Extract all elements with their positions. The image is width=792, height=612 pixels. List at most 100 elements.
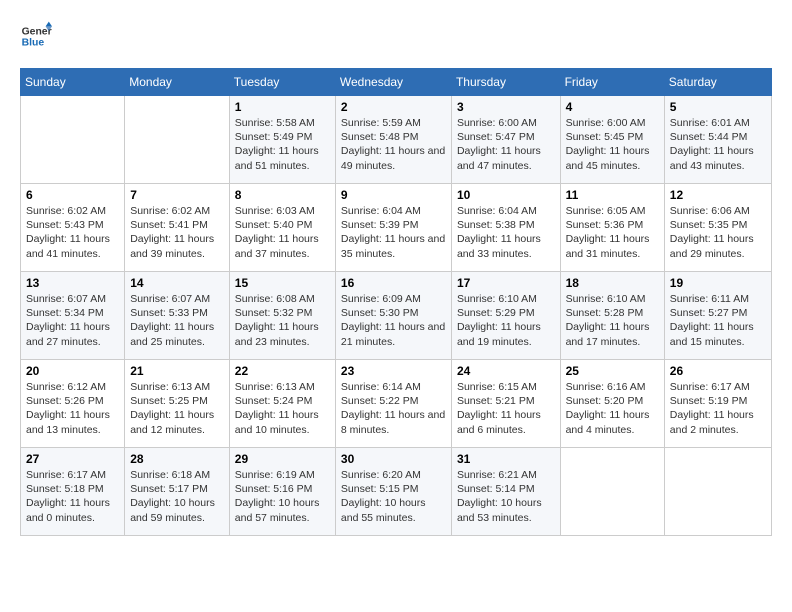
calendar-cell: 19 Sunrise: 6:11 AMSunset: 5:27 PMDayligh… [664,272,771,360]
calendar-cell: 15 Sunrise: 6:08 AMSunset: 5:32 PMDayligh… [229,272,335,360]
calendar-cell: 7 Sunrise: 6:02 AMSunset: 5:41 PMDaylight… [125,184,230,272]
day-info: Sunrise: 6:00 AMSunset: 5:47 PMDaylight:… [457,116,555,173]
calendar-cell [125,96,230,184]
day-info: Sunrise: 6:13 AMSunset: 5:25 PMDaylight:… [130,380,224,437]
day-number: 16 [341,276,446,290]
calendar-week-row: 20 Sunrise: 6:12 AMSunset: 5:26 PMDayligh… [21,360,772,448]
day-info: Sunrise: 6:05 AMSunset: 5:36 PMDaylight:… [566,204,659,261]
day-number: 26 [670,364,766,378]
day-number: 30 [341,452,446,466]
day-number: 4 [566,100,659,114]
calendar-cell: 4 Sunrise: 6:00 AMSunset: 5:45 PMDaylight… [560,96,664,184]
day-info: Sunrise: 6:04 AMSunset: 5:38 PMDaylight:… [457,204,555,261]
day-info: Sunrise: 6:02 AMSunset: 5:41 PMDaylight:… [130,204,224,261]
weekday-header: Monday [125,69,230,96]
day-number: 9 [341,188,446,202]
calendar-week-row: 27 Sunrise: 6:17 AMSunset: 5:18 PMDayligh… [21,448,772,536]
day-info: Sunrise: 6:17 AMSunset: 5:18 PMDaylight:… [26,468,119,525]
calendar-cell: 30 Sunrise: 6:20 AMSunset: 5:15 PMDayligh… [335,448,451,536]
day-info: Sunrise: 6:04 AMSunset: 5:39 PMDaylight:… [341,204,446,261]
calendar-cell: 29Sunrise: 6:19 AMSunset: 5:16 PMDayligh… [229,448,335,536]
day-number: 8 [235,188,330,202]
calendar-cell: 22 Sunrise: 6:13 AMSunset: 5:24 PMDayligh… [229,360,335,448]
day-number: 23 [341,364,446,378]
day-info: Sunrise: 6:03 AMSunset: 5:40 PMDaylight:… [235,204,330,261]
calendar-cell: 3 Sunrise: 6:00 AMSunset: 5:47 PMDaylight… [451,96,560,184]
calendar-cell: 17 Sunrise: 6:10 AMSunset: 5:29 PMDayligh… [451,272,560,360]
day-info: Sunrise: 6:12 AMSunset: 5:26 PMDaylight:… [26,380,119,437]
calendar-cell: 18 Sunrise: 6:10 AMSunset: 5:28 PMDayligh… [560,272,664,360]
calendar-cell: 11Sunrise: 6:05 AMSunset: 5:36 PMDayligh… [560,184,664,272]
day-info: Sunrise: 6:14 AMSunset: 5:22 PMDaylight:… [341,380,446,437]
day-number: 28 [130,452,224,466]
day-info: Sunrise: 6:06 AMSunset: 5:35 PMDaylight:… [670,204,766,261]
day-info: Sunrise: 6:19 AMSunset: 5:16 PMDaylight:… [235,468,330,525]
day-info: Sunrise: 6:11 AMSunset: 5:27 PMDaylight:… [670,292,766,349]
day-info: Sunrise: 6:15 AMSunset: 5:21 PMDaylight:… [457,380,555,437]
day-number: 21 [130,364,224,378]
weekday-header: Saturday [664,69,771,96]
day-number: 14 [130,276,224,290]
day-number: 22 [235,364,330,378]
day-info: Sunrise: 6:09 AMSunset: 5:30 PMDaylight:… [341,292,446,349]
day-number: 13 [26,276,119,290]
calendar-cell: 16 Sunrise: 6:09 AMSunset: 5:30 PMDayligh… [335,272,451,360]
day-number: 15 [235,276,330,290]
day-info: Sunrise: 6:13 AMSunset: 5:24 PMDaylight:… [235,380,330,437]
calendar-cell: 6 Sunrise: 6:02 AMSunset: 5:43 PMDaylight… [21,184,125,272]
calendar-table: SundayMondayTuesdayWednesdayThursdayFrid… [20,68,772,536]
calendar-week-row: 13 Sunrise: 6:07 AMSunset: 5:34 PMDayligh… [21,272,772,360]
day-number: 2 [341,100,446,114]
day-number: 1 [235,100,330,114]
day-info: Sunrise: 6:17 AMSunset: 5:19 PMDaylight:… [670,380,766,437]
day-info: Sunrise: 6:00 AMSunset: 5:45 PMDaylight:… [566,116,659,173]
calendar-cell: 27 Sunrise: 6:17 AMSunset: 5:18 PMDayligh… [21,448,125,536]
day-info: Sunrise: 6:07 AMSunset: 5:34 PMDaylight:… [26,292,119,349]
day-number: 7 [130,188,224,202]
weekday-header: Tuesday [229,69,335,96]
calendar-cell: 24 Sunrise: 6:15 AMSunset: 5:21 PMDayligh… [451,360,560,448]
day-number: 18 [566,276,659,290]
calendar-week-row: 1Sunrise: 5:58 AMSunset: 5:49 PMDaylight… [21,96,772,184]
day-info: Sunrise: 6:16 AMSunset: 5:20 PMDaylight:… [566,380,659,437]
calendar-cell: 9 Sunrise: 6:04 AMSunset: 5:39 PMDaylight… [335,184,451,272]
day-info: Sunrise: 6:01 AMSunset: 5:44 PMDaylight:… [670,116,766,173]
weekday-header: Thursday [451,69,560,96]
day-info: Sunrise: 6:18 AMSunset: 5:17 PMDaylight:… [130,468,224,525]
calendar-cell: 10 Sunrise: 6:04 AMSunset: 5:38 PMDayligh… [451,184,560,272]
day-info: Sunrise: 6:20 AMSunset: 5:15 PMDaylight:… [341,468,446,525]
calendar-cell: 13 Sunrise: 6:07 AMSunset: 5:34 PMDayligh… [21,272,125,360]
day-number: 5 [670,100,766,114]
day-number: 31 [457,452,555,466]
day-number: 10 [457,188,555,202]
calendar-cell: 25 Sunrise: 6:16 AMSunset: 5:20 PMDayligh… [560,360,664,448]
weekday-header-row: SundayMondayTuesdayWednesdayThursdayFrid… [21,69,772,96]
day-info: Sunrise: 5:59 AMSunset: 5:48 PMDaylight:… [341,116,446,173]
day-number: 24 [457,364,555,378]
weekday-header: Wednesday [335,69,451,96]
day-number: 20 [26,364,119,378]
calendar-cell: 31 Sunrise: 6:21 AMSunset: 5:14 PMDayligh… [451,448,560,536]
day-info: Sunrise: 6:10 AMSunset: 5:29 PMDaylight:… [457,292,555,349]
page-header: General Blue [20,20,772,52]
weekday-header: Friday [560,69,664,96]
day-info: Sunrise: 6:07 AMSunset: 5:33 PMDaylight:… [130,292,224,349]
calendar-cell: 1Sunrise: 5:58 AMSunset: 5:49 PMDaylight… [229,96,335,184]
day-number: 6 [26,188,119,202]
day-number: 25 [566,364,659,378]
calendar-cell: 21 Sunrise: 6:13 AMSunset: 5:25 PMDayligh… [125,360,230,448]
calendar-cell: 20 Sunrise: 6:12 AMSunset: 5:26 PMDayligh… [21,360,125,448]
day-info: Sunrise: 6:21 AMSunset: 5:14 PMDaylight:… [457,468,555,525]
day-info: Sunrise: 6:08 AMSunset: 5:32 PMDaylight:… [235,292,330,349]
day-info: Sunrise: 6:10 AMSunset: 5:28 PMDaylight:… [566,292,659,349]
calendar-cell: 28 Sunrise: 6:18 AMSunset: 5:17 PMDayligh… [125,448,230,536]
day-number: 3 [457,100,555,114]
logo-icon: General Blue [20,20,52,52]
day-info: Sunrise: 6:02 AMSunset: 5:43 PMDaylight:… [26,204,119,261]
calendar-cell [21,96,125,184]
day-number: 19 [670,276,766,290]
calendar-cell: 23 Sunrise: 6:14 AMSunset: 5:22 PMDayligh… [335,360,451,448]
day-number: 17 [457,276,555,290]
day-number: 27 [26,452,119,466]
calendar-cell: 5 Sunrise: 6:01 AMSunset: 5:44 PMDaylight… [664,96,771,184]
